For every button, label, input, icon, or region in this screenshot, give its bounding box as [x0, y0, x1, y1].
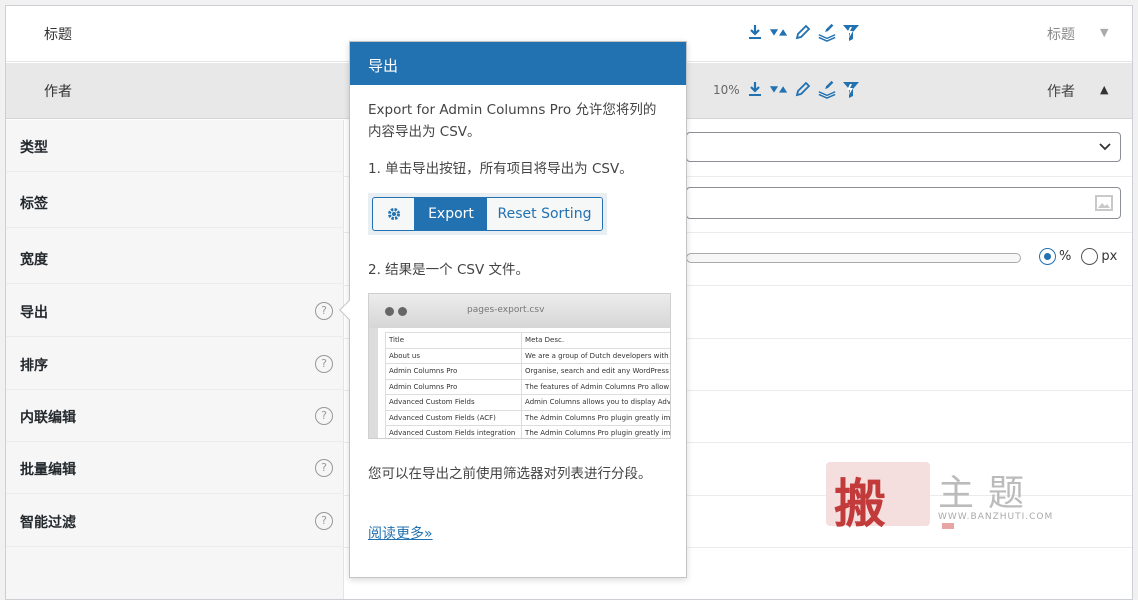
table-cell: Advanced Custom Fields integration: [384, 425, 523, 438]
column-tools: [745, 79, 861, 99]
watermark-words: 主题: [938, 473, 1039, 514]
setting-label: 类型: [20, 140, 48, 156]
setting-width: 宽度: [6, 232, 344, 284]
setting-inline-edit: 内联编辑?: [6, 390, 344, 442]
table-cell: Advanced Custom Fields: [384, 394, 523, 411]
button-demo-image: Export Reset Sorting: [368, 193, 607, 235]
help-icon[interactable]: ?: [315, 355, 333, 373]
table-row: Admin Columns Pro Organise, search and ed…: [384, 363, 670, 380]
popup-note: 您可以在导出之前使用筛选器对列表进行分段。: [368, 466, 652, 482]
label-input[interactable]: [686, 187, 1121, 219]
unit-px-radio[interactable]: [1081, 248, 1099, 265]
table-cell: We are a group of Dutch developers with: [521, 347, 670, 364]
popup-step2: 2. 结果是一个 CSV 文件。: [368, 262, 529, 278]
minimize-dot-icon: [398, 307, 407, 316]
unit-percent-radio[interactable]: [1039, 248, 1056, 265]
demo-export-button: Export: [415, 198, 487, 230]
settings-labels: 类型 标签 宽度 导出? 排序? 内联编辑? 批量编辑? 智能过滤?: [6, 120, 344, 599]
image-icon[interactable]: [1094, 194, 1114, 212]
unit-px-label: px: [1101, 249, 1118, 264]
smart-filter-icon: [841, 79, 861, 99]
setting-label: 批量编辑: [20, 462, 76, 478]
chevron-up-icon[interactable]: ▲: [1100, 83, 1108, 96]
download-icon: [745, 79, 765, 99]
width-unit-group: % px: [1039, 248, 1117, 265]
column-width-indicator: 10%: [713, 83, 740, 97]
pencil-icon: [793, 22, 813, 42]
setting-label: 导出: [20, 305, 48, 321]
setting-label-row: 标签: [6, 176, 344, 228]
chevron-down-icon[interactable]: ▼: [1100, 26, 1108, 39]
table-row: Admin Columns Pro The features of Admin C…: [384, 378, 670, 395]
watermark-url-text: WWW.BANZHUTI.COM: [938, 512, 1054, 522]
help-icon[interactable]: ?: [315, 512, 333, 530]
sort-icon: [769, 22, 789, 42]
csv-window-titlebar: pages-export.csv: [369, 294, 670, 328]
width-slider[interactable]: [686, 253, 1021, 263]
type-select[interactable]: [686, 132, 1121, 162]
table-cell: Advanced Custom Fields (ACF): [384, 409, 523, 426]
table-cell: Meta Desc.: [521, 332, 670, 349]
table-cell: Admin Columns Pro: [384, 363, 523, 380]
gear-icon: [373, 198, 415, 230]
setting-label: 智能过滤: [20, 515, 76, 531]
table-row: Advanced Custom Fields Admin Columns allo…: [384, 394, 670, 411]
setting-label: 内联编辑: [20, 410, 76, 426]
close-dot-icon: [385, 307, 394, 316]
table-row: Title Meta Desc.: [384, 332, 670, 349]
column-label[interactable]: 作者: [44, 81, 72, 101]
setting-sorting: 排序?: [6, 338, 344, 390]
table-cell: The Admin Columns Pro plugin greatly im: [521, 425, 670, 438]
setting-type: 类型: [6, 120, 344, 172]
column-tools: [745, 22, 861, 42]
help-icon[interactable]: ?: [315, 407, 333, 425]
table-cell: The Admin Columns Pro plugin greatly im: [521, 409, 670, 426]
popup-intro: Export for Admin Columns Pro 允许您将列的内容导出为…: [368, 102, 657, 140]
setting-export: 导出?: [6, 285, 344, 337]
csv-filename: pages-export.csv: [467, 305, 545, 315]
smart-filter-icon: [841, 22, 861, 42]
csv-table: Title Meta Desc. About us We are a group o…: [384, 332, 670, 438]
csv-preview-image: pages-export.csv Title Meta Desc. About u…: [368, 293, 671, 439]
csv-sheet: Title Meta Desc. About us We are a group o…: [378, 328, 670, 438]
pencil-icon: [793, 79, 813, 99]
demo-button-group: Export Reset Sorting: [372, 197, 603, 231]
table-row: Advanced Custom Fields integration The Ad…: [384, 425, 670, 438]
help-icon[interactable]: ?: [315, 459, 333, 477]
seal-char: 搬: [834, 474, 887, 535]
download-icon: [745, 22, 765, 42]
column-label[interactable]: 标题: [44, 24, 72, 44]
column-type: 作者: [1047, 84, 1075, 100]
table-cell: Admin Columns Pro: [384, 378, 523, 395]
sort-icon: [769, 79, 789, 99]
table-cell: Organise, search and edit any WordPress: [521, 363, 670, 380]
table-row: Advanced Custom Fields (ACF) The Admin Co…: [384, 409, 670, 426]
setting-smart-filter: 智能过滤?: [6, 495, 344, 547]
table-cell: Title: [384, 332, 523, 349]
bulk-edit-icon: [817, 79, 837, 99]
export-help-popup: 导出 Export for Admin Columns Pro 允许您将列的内容…: [339, 41, 687, 578]
read-more-link[interactable]: 阅读更多»: [368, 523, 433, 543]
demo-reset-sorting-button: Reset Sorting: [487, 198, 602, 230]
column-type: 标题: [1047, 27, 1075, 43]
watermark-logo: 搬 主题 WWW.BANZHUTI.COM: [826, 456, 1066, 536]
table-cell: The features of Admin Columns Pro allow: [521, 378, 670, 395]
setting-bulk-edit: 批量编辑?: [6, 442, 344, 494]
unit-percent-label: %: [1059, 249, 1072, 264]
table-cell: Admin Columns allows you to display Adv: [521, 394, 670, 411]
watermark-seal: 搬: [826, 462, 930, 535]
watermark-url: WWW.BANZHUTI.COM: [938, 512, 1066, 532]
table-cell: About us: [384, 347, 523, 364]
popup-step1: 1. 单击导出按钮，所有项目将导出为 CSV。: [368, 161, 633, 177]
table-row: About us We are a group of Dutch develope…: [384, 347, 670, 364]
setting-label: 标签: [20, 196, 48, 212]
popup-title: 导出: [350, 42, 686, 85]
setting-label: 排序: [20, 358, 48, 374]
help-icon[interactable]: ?: [315, 302, 333, 320]
setting-label: 宽度: [20, 252, 48, 268]
chevron-down-icon: [1099, 143, 1111, 151]
bulk-edit-icon: [817, 22, 837, 42]
